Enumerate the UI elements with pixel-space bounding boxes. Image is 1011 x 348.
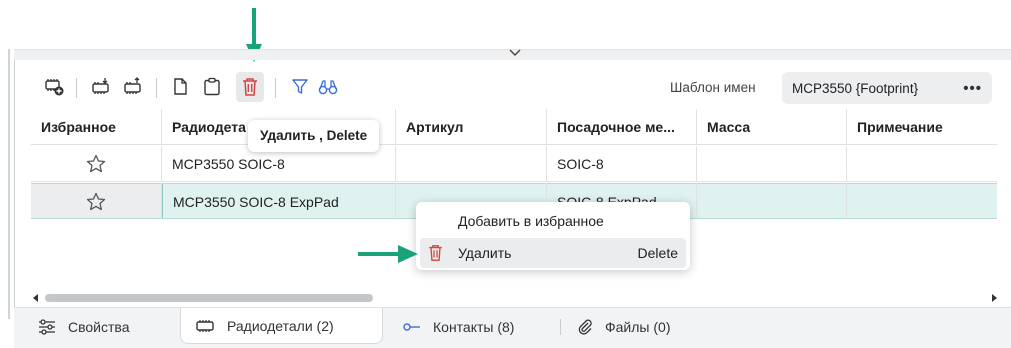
chip-add-icon: [45, 79, 64, 96]
copy-button[interactable]: [166, 72, 194, 102]
filter-button[interactable]: [286, 72, 314, 102]
column-header-note[interactable]: Примечание: [847, 109, 997, 145]
chip-up-icon: [124, 77, 141, 94]
tab-label: Радиодетали (2): [227, 317, 334, 334]
toolbar-separator: [275, 78, 276, 98]
chip-icon: [195, 319, 215, 333]
tab-properties[interactable]: Свойства: [38, 308, 129, 346]
footprint-cell[interactable]: SOIC-8: [547, 146, 697, 182]
chevron-down-icon[interactable]: [508, 47, 522, 59]
copy-icon: [174, 78, 187, 95]
export-component-button[interactable]: [119, 72, 147, 102]
table-row[interactable]: MCP3550 SOIC-8 SOIC-8: [31, 146, 997, 182]
column-header-mass[interactable]: Масса: [697, 109, 847, 145]
import-component-button[interactable]: [87, 72, 115, 102]
clipboard-icon: [204, 77, 220, 96]
column-header-footprint[interactable]: Посадочное ме...: [547, 109, 697, 145]
scrollbar-thumb[interactable]: [45, 294, 373, 302]
tab-components[interactable]: Радиодетали (2): [180, 308, 383, 344]
menu-item-delete[interactable]: Удалить Delete: [420, 238, 686, 268]
filter-icon: [292, 79, 308, 94]
scroll-right-icon[interactable]: [992, 294, 997, 302]
tab-label: Свойства: [68, 319, 130, 335]
favorite-cell[interactable]: [31, 183, 162, 219]
component-name-cell[interactable]: MCP3550 SOIC-8 ExpPad: [162, 183, 396, 219]
trash-icon: [429, 245, 442, 261]
column-header-favorite[interactable]: Избранное: [31, 109, 162, 145]
binoculars-icon: [318, 80, 338, 95]
more-options-button[interactable]: •••: [963, 80, 982, 97]
toolbar: Шаблон имен MCP3550 {Footprint} •••: [30, 70, 1005, 106]
article-cell[interactable]: [396, 146, 547, 182]
star-icon[interactable]: [86, 192, 106, 211]
template-value: MCP3550 {Footprint}: [792, 80, 919, 96]
mass-cell[interactable]: [697, 183, 847, 219]
star-icon[interactable]: [86, 154, 106, 173]
sliders-icon: [38, 319, 56, 335]
template-field[interactable]: MCP3550 {Footprint} •••: [782, 72, 992, 104]
note-cell[interactable]: [847, 183, 997, 219]
annotation-arrow-right-icon: [358, 245, 418, 263]
table-header-row: Избранное Радиодета Артикул Посадочное м…: [31, 109, 997, 145]
scroll-left-icon[interactable]: [33, 294, 38, 302]
bottom-tab-bar: Свойства Радиодетали (2) Контакты (8) Фа…: [14, 307, 1011, 348]
delete-tooltip: Удалить , Delete: [248, 120, 380, 152]
menu-item-add-favorite[interactable]: Добавить в избранное: [420, 206, 686, 236]
favorite-cell[interactable]: [31, 146, 162, 182]
mass-cell[interactable]: [697, 146, 847, 182]
menu-item-label: Удалить: [458, 245, 512, 261]
context-menu: Добавить в избранное Удалить Delete: [416, 202, 690, 270]
menu-item-label: Добавить в избранное: [458, 213, 604, 229]
trash-icon: [243, 78, 257, 96]
delete-button[interactable]: [236, 72, 264, 102]
tab-files[interactable]: Файлы (0): [577, 308, 670, 346]
find-button[interactable]: [314, 72, 342, 102]
paperclip-icon: [577, 319, 593, 335]
left-rail: [8, 49, 10, 319]
template-label: Шаблон имен: [670, 80, 756, 95]
tab-label: Контакты (8): [433, 319, 515, 335]
chip-down-icon: [92, 78, 109, 94]
toolbar-separator: [76, 78, 77, 98]
menu-item-shortcut: Delete: [637, 245, 678, 261]
pin-icon: [403, 322, 421, 332]
add-component-button[interactable]: [40, 72, 68, 102]
tab-label: Файлы (0): [605, 319, 671, 335]
column-header-article[interactable]: Артикул: [396, 109, 547, 145]
paste-button[interactable]: [198, 72, 226, 102]
note-cell[interactable]: [847, 146, 997, 182]
horizontal-scrollbar[interactable]: [31, 292, 1001, 304]
tab-contacts[interactable]: Контакты (8): [403, 308, 514, 346]
toolbar-separator: [156, 78, 157, 98]
tab-separator: [560, 319, 561, 335]
